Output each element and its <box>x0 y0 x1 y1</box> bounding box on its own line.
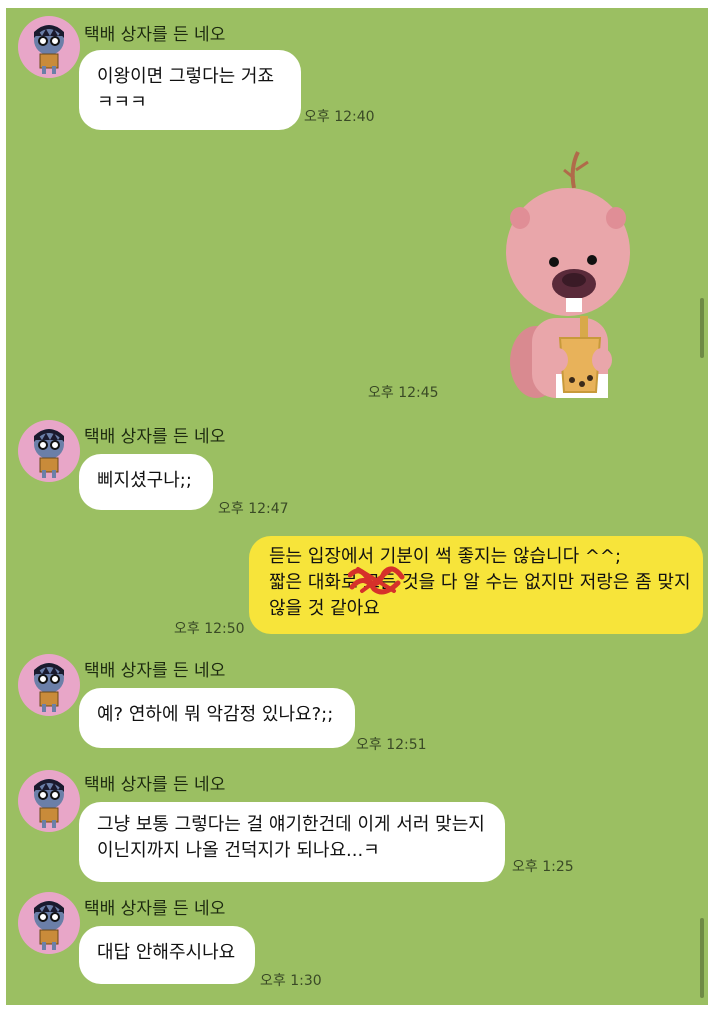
sender-name: 택배 상자를 든 네오 <box>84 775 226 795</box>
profile-avatar[interactable] <box>18 770 80 832</box>
message-timestamp: 오후 1:30 <box>260 973 322 989</box>
message-text: 예? 연하에 뭐 악감정 있나요?;; <box>97 704 334 725</box>
message-timestamp: 오후 12:40 <box>304 109 375 125</box>
message-text: 대답 안해주시나요 <box>97 942 236 963</box>
profile-avatar[interactable] <box>18 16 80 78</box>
message-text: 이닌지까지 나올 건덕지가 되나요...ㅋ <box>97 840 380 861</box>
profile-avatar[interactable] <box>18 654 80 716</box>
sender-name: 택배 상자를 든 네오 <box>84 899 226 919</box>
outgoing-message-bubble[interactable]: 듣는 입장에서 기분이 썩 좋지는 않습니다 ^^; 짧은 대화로 모든 것을 … <box>249 536 703 634</box>
message-timestamp: 오후 12:50 <box>174 621 245 637</box>
beaver-sticker-icon <box>506 151 630 398</box>
profile-avatar[interactable] <box>18 420 80 482</box>
message-text: ㅋㅋㅋ <box>97 92 147 113</box>
message-bubble[interactable]: 대답 안해주시나요 <box>79 926 255 984</box>
message-text: 그냥 보통 그렇다는 걸 얘기한건데 이게 서러 맞는지 <box>97 814 485 835</box>
message-bubble[interactable]: 삐지셨구나;; <box>79 454 213 510</box>
message-timestamp: 오후 12:45 <box>368 385 439 401</box>
neo-character-icon <box>34 901 64 950</box>
sender-name: 택배 상자를 든 네오 <box>84 427 226 447</box>
message-text: 않을 것 같아요 <box>269 598 380 619</box>
message-text: 짧은 대화로 모든 것을 다 알 수는 없지만 저랑은 좀 맞지 <box>269 572 691 593</box>
beaver-drinking-sticker[interactable] <box>496 148 636 400</box>
message-text: 이왕이면 그렇다는 거죠 <box>97 66 275 87</box>
message-bubble[interactable]: 예? 연하에 뭐 악감정 있나요?;; <box>79 688 355 748</box>
scrollbar-thumb-lower[interactable] <box>700 918 704 998</box>
message-timestamp: 오후 1:25 <box>512 859 574 875</box>
message-text: 삐지셨구나;; <box>97 470 192 491</box>
sender-name: 택배 상자를 든 네오 <box>84 25 226 45</box>
scrollbar-thumb[interactable] <box>700 298 704 358</box>
neo-character-icon <box>34 779 64 828</box>
sender-name: 택배 상자를 든 네오 <box>84 661 226 681</box>
redaction-scribble <box>348 566 405 595</box>
message-timestamp: 오후 12:51 <box>356 737 427 753</box>
message-text: 듣는 입장에서 기분이 썩 좋지는 않습니다 ^^; <box>269 546 622 567</box>
message-timestamp: 오후 12:47 <box>218 501 289 517</box>
neo-character-icon <box>34 429 64 478</box>
message-bubble[interactable]: 그냥 보통 그렇다는 걸 얘기한건데 이게 서러 맞는지 이닌지까지 나올 건덕… <box>79 802 505 882</box>
neo-character-icon <box>34 663 64 712</box>
message-bubble[interactable]: 이왕이면 그렇다는 거죠 ㅋㅋㅋ <box>79 50 301 130</box>
profile-avatar[interactable] <box>18 892 80 954</box>
neo-character-icon <box>34 25 64 74</box>
chat-view[interactable]: 택배 상자를 든 네오 이왕이면 그렇다는 거죠 ㅋㅋㅋ 오후 12:40 오후… <box>6 8 708 1005</box>
